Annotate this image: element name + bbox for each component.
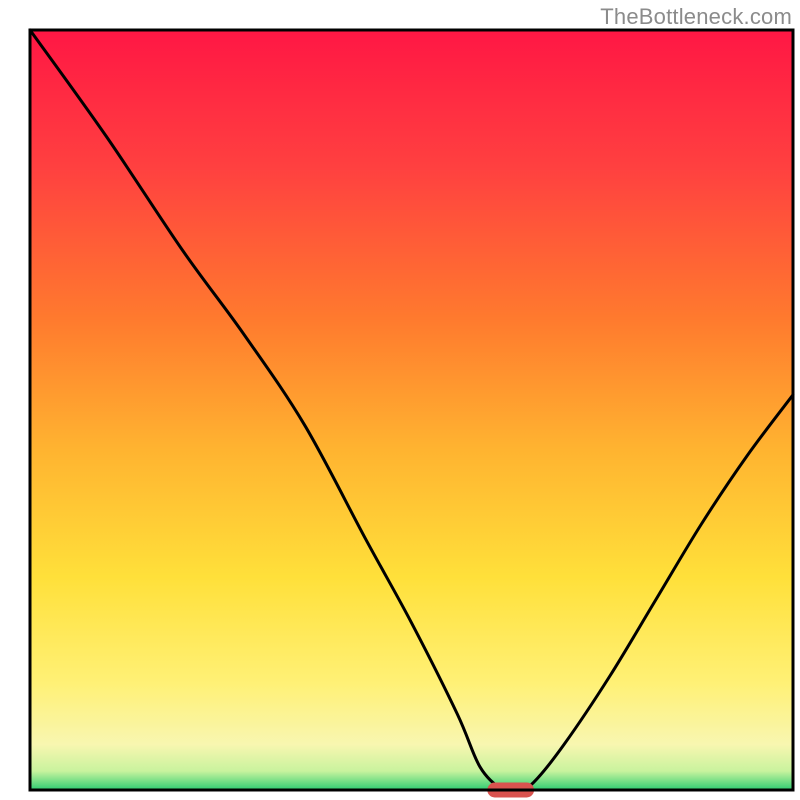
gradient-background — [30, 30, 793, 790]
bottleneck-chart — [0, 0, 800, 800]
chart-container: TheBottleneck.com — [0, 0, 800, 800]
attribution-text: TheBottleneck.com — [600, 4, 792, 30]
